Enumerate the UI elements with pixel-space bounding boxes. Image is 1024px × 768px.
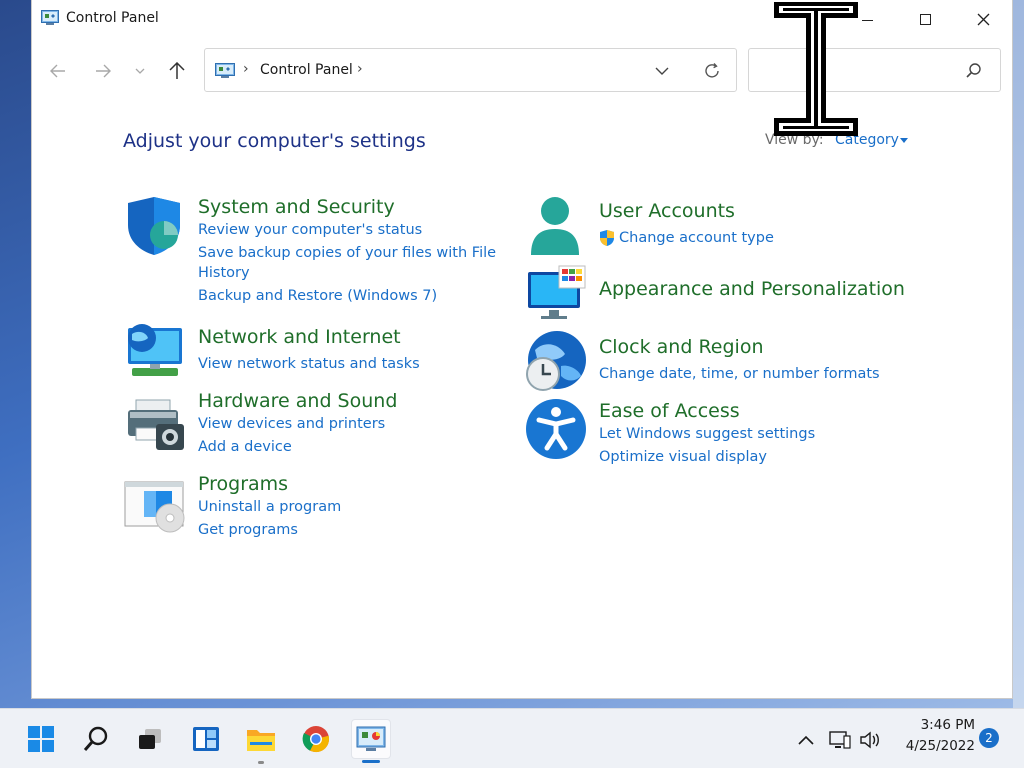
text-cursor-icon <box>774 2 858 136</box>
task-view-button[interactable] <box>130 719 170 759</box>
link-file-history-cont[interactable]: History <box>198 265 250 281</box>
arrow-right-icon <box>96 64 111 78</box>
user-icon[interactable] <box>525 195 587 257</box>
control-panel-taskbar-button[interactable] <box>351 719 391 763</box>
category-ease-of-access[interactable]: Ease of Access <box>599 400 740 422</box>
file-explorer-icon <box>247 730 275 751</box>
chevron-up-icon <box>798 735 814 745</box>
category-network-internet[interactable]: Network and Internet <box>198 326 401 348</box>
ease-of-access-icon[interactable] <box>525 398 587 460</box>
up-button[interactable] <box>164 58 190 84</box>
search-icon <box>83 726 108 751</box>
link-backup-restore[interactable]: Backup and Restore (Windows 7) <box>198 288 437 304</box>
shield-icon[interactable] <box>124 195 186 257</box>
link-devices-printers[interactable]: View devices and printers <box>198 416 385 432</box>
file-explorer-button[interactable] <box>241 719 281 764</box>
chevron-down-icon <box>135 68 145 74</box>
link-change-date-formats[interactable]: Change date, time, or number formats <box>599 366 880 382</box>
category-user-accounts[interactable]: User Accounts <box>599 200 735 222</box>
arrow-left-icon <box>50 64 65 78</box>
minimize-icon <box>861 19 873 21</box>
start-icon <box>28 726 54 752</box>
close-button[interactable] <box>954 0 1012 38</box>
link-uninstall-program[interactable]: Uninstall a program <box>198 499 341 515</box>
category-clock-region[interactable]: Clock and Region <box>599 336 764 358</box>
search-icon[interactable] <box>965 62 983 80</box>
title-bar[interactable]: Control Panel <box>32 0 1012 38</box>
taskbar-search-button[interactable] <box>76 719 116 759</box>
window-title: Control Panel <box>66 10 159 26</box>
address-dropdown-button[interactable] <box>651 61 673 81</box>
breadcrumb-control-panel[interactable]: Control Panel <box>260 62 353 78</box>
category-system-security[interactable]: System and Security <box>198 196 395 218</box>
link-network-status[interactable]: View network status and tasks <box>198 356 420 372</box>
programs-icon[interactable] <box>124 478 186 540</box>
control-panel-icon <box>41 10 59 25</box>
link-get-programs[interactable]: Get programs <box>198 522 298 538</box>
network-globe-icon[interactable] <box>124 320 186 382</box>
link-optimize-display[interactable]: Optimize visual display <box>599 449 767 465</box>
maximize-icon <box>919 13 931 25</box>
category-hardware-sound[interactable]: Hardware and Sound <box>198 390 397 412</box>
network-tray-button[interactable] <box>829 729 851 751</box>
caret-down-icon[interactable] <box>900 138 908 143</box>
printer-icon[interactable] <box>124 392 186 454</box>
page-title: Adjust your computer's settings <box>123 130 426 152</box>
chrome-icon <box>302 726 330 753</box>
notification-badge[interactable]: 2 <box>979 728 999 748</box>
show-hidden-icons-button[interactable] <box>795 729 817 751</box>
link-windows-suggest[interactable]: Let Windows suggest settings <box>599 426 815 442</box>
control-panel-window: Control Panel › Control Panel › Adjust y… <box>31 0 1013 699</box>
taskbar-clock-date[interactable]: 4/25/2022 <box>893 738 975 754</box>
volume-icon <box>860 731 879 749</box>
link-change-account-type[interactable]: Change account type <box>619 230 774 246</box>
widgets-button[interactable] <box>186 719 226 759</box>
uac-shield-icon <box>600 230 614 246</box>
widgets-icon <box>193 727 219 751</box>
close-icon <box>977 13 989 25</box>
chevron-down-icon <box>655 67 669 75</box>
maximize-button[interactable] <box>896 0 954 38</box>
taskbar <box>0 708 1024 768</box>
control-panel-icon <box>356 726 386 751</box>
task-view-icon <box>139 729 161 749</box>
taskbar-clock-time[interactable]: 3:46 PM <box>905 717 975 733</box>
back-button[interactable] <box>45 58 71 84</box>
running-indicator <box>258 761 264 764</box>
link-add-device[interactable]: Add a device <box>198 439 292 455</box>
recent-locations-button[interactable] <box>130 58 150 84</box>
link-review-status[interactable]: Review your computer's status <box>198 222 422 238</box>
network-icon <box>829 731 851 749</box>
refresh-icon <box>705 63 719 78</box>
link-file-history[interactable]: Save backup copies of your files with Fi… <box>198 245 496 261</box>
clock-globe-icon[interactable] <box>525 330 587 392</box>
breadcrumb-separator[interactable]: › <box>243 61 249 77</box>
chrome-button[interactable] <box>296 719 336 759</box>
address-bar[interactable]: › Control Panel › <box>204 48 737 92</box>
control-panel-icon <box>215 63 235 78</box>
category-programs[interactable]: Programs <box>198 473 288 495</box>
start-button[interactable] <box>21 719 61 759</box>
breadcrumb-separator[interactable]: › <box>357 61 363 77</box>
active-indicator <box>362 760 380 763</box>
forward-button[interactable] <box>90 58 116 84</box>
volume-tray-button[interactable] <box>859 729 881 751</box>
desktop-background <box>1013 0 1024 708</box>
category-appearance-personalization[interactable]: Appearance and Personalization <box>599 278 905 300</box>
appearance-icon[interactable] <box>525 264 587 326</box>
refresh-button[interactable] <box>701 61 723 81</box>
arrow-up-icon <box>169 62 185 79</box>
